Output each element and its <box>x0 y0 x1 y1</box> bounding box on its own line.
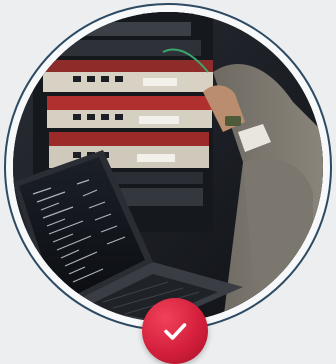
check-icon <box>164 323 187 340</box>
verified-check-badge <box>142 298 208 364</box>
server-room-photo <box>13 12 323 322</box>
photo-illustration <box>13 12 323 322</box>
hero-image-container <box>0 0 336 364</box>
